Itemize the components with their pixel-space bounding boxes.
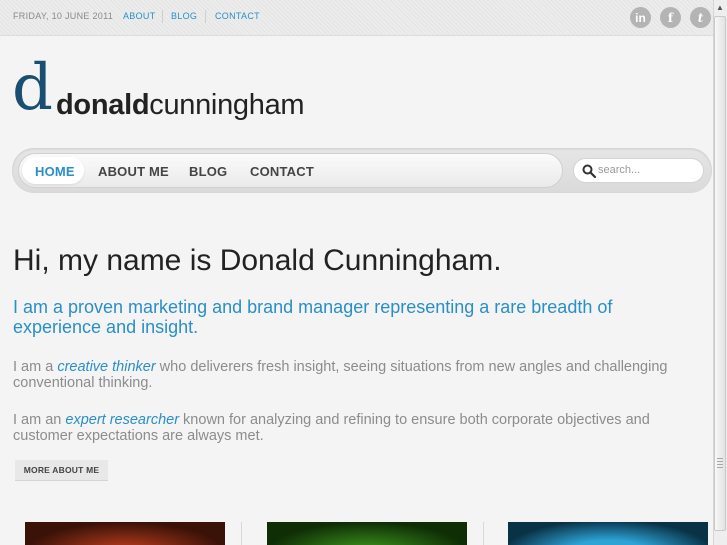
top-link-divider bbox=[205, 10, 206, 23]
divider bbox=[483, 522, 484, 545]
scroll-grip bbox=[717, 467, 723, 468]
search-icon[interactable] bbox=[582, 164, 596, 178]
scroll-grip bbox=[717, 458, 723, 459]
linkedin-icon[interactable]: in bbox=[630, 7, 651, 28]
top-link-divider bbox=[162, 10, 163, 23]
current-date: FRIDAY, 10 JUNE 2011 bbox=[13, 11, 114, 21]
top-link-about[interactable]: ABOUT bbox=[123, 11, 156, 21]
search-input[interactable] bbox=[598, 161, 698, 179]
nav-item-about-me[interactable]: ABOUT ME bbox=[98, 164, 169, 179]
page-headline: Hi, my name is Donald Cunningham. bbox=[13, 244, 502, 277]
divider bbox=[241, 522, 242, 545]
twitter-icon[interactable]: t bbox=[690, 7, 711, 28]
nav-item-home[interactable]: HOME bbox=[35, 164, 75, 179]
nav-item-blog[interactable]: BLOG bbox=[189, 164, 227, 179]
logo-mark[interactable]: d bbox=[12, 56, 53, 120]
top-link-contact[interactable]: CONTACT bbox=[215, 11, 260, 21]
nav-item-contact[interactable]: CONTACT bbox=[250, 164, 314, 179]
scroll-grip bbox=[717, 464, 723, 465]
intro-paragraph-research: I am an expert researcher known for anal… bbox=[13, 412, 650, 444]
logo-first-name: donald bbox=[56, 89, 150, 121]
creative-thinker-link: creative thinker bbox=[57, 359, 156, 375]
expert-researcher-link: expert researcher bbox=[65, 412, 180, 428]
scrollbar-thumb[interactable] bbox=[714, 16, 726, 531]
feature-thumbnail-1[interactable] bbox=[25, 522, 225, 545]
lead-paragraph: I am a proven marketing and brand manage… bbox=[13, 297, 613, 337]
intro-paragraph-creative: I am a creative thinker who deliverers f… bbox=[13, 359, 668, 391]
feature-thumbnail-2[interactable] bbox=[267, 522, 467, 545]
more-about-me-button[interactable]: MORE ABOUT ME bbox=[15, 460, 108, 481]
scroll-grip bbox=[717, 461, 723, 462]
logo-last-name: cunningham bbox=[149, 89, 305, 121]
top-link-blog[interactable]: BLOG bbox=[171, 11, 197, 21]
scroll-up-arrow-icon[interactable]: ▲ bbox=[713, 0, 727, 14]
facebook-icon[interactable]: f bbox=[660, 7, 681, 28]
logo-wordmark[interactable]: donaldcunningham bbox=[56, 89, 305, 122]
feature-thumbnail-3[interactable] bbox=[508, 522, 708, 545]
